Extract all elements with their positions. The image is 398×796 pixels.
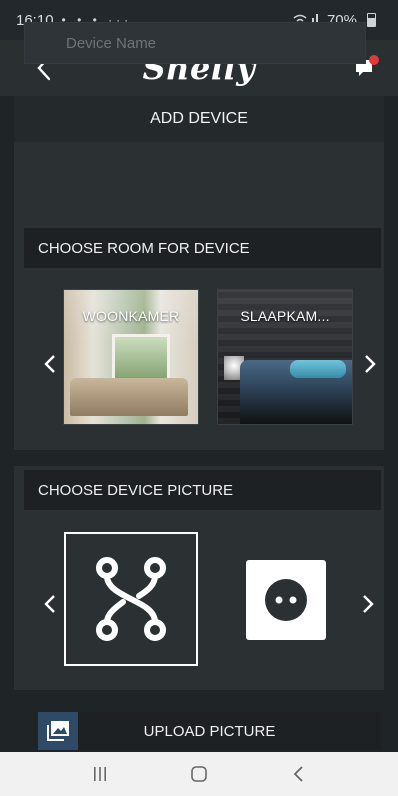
chevron-left-icon xyxy=(44,595,55,613)
upload-picture-label: UPLOAD PICTURE xyxy=(143,722,276,740)
room-prev-button[interactable] xyxy=(38,344,62,384)
back-icon xyxy=(294,766,303,782)
picture-prev-button[interactable] xyxy=(38,584,62,624)
nav-back-button[interactable] xyxy=(276,756,320,792)
room-card-slaapkamer[interactable]: SLAAPKAM... xyxy=(218,290,352,424)
home-icon xyxy=(191,766,207,782)
room-card-woonkamer[interactable]: WOONKAMER xyxy=(64,290,198,424)
chevron-right-icon xyxy=(365,355,376,373)
device-picture-socket[interactable] xyxy=(246,560,326,640)
room-label: SLAAPKAM... xyxy=(240,308,330,324)
picture-section-header: CHOOSE DEVICE PICTURE xyxy=(24,470,381,510)
room-photo-window xyxy=(112,334,170,384)
chevron-left-icon xyxy=(44,355,55,373)
system-nav-bar xyxy=(0,752,398,796)
recents-icon xyxy=(93,767,106,781)
room-section-header: CHOOSE ROOM FOR DEVICE xyxy=(24,228,381,268)
room-photo-sofa xyxy=(70,378,188,416)
chevron-right-icon xyxy=(363,595,374,613)
device-picture-switch[interactable] xyxy=(64,532,198,666)
room-next-button[interactable] xyxy=(358,344,382,384)
room-label: WOONKAMER xyxy=(82,308,180,324)
page-title: ADD DEVICE xyxy=(14,96,384,142)
home-button[interactable] xyxy=(177,756,221,792)
battery-icon xyxy=(367,13,376,27)
upload-icon-box[interactable] xyxy=(38,712,78,750)
picture-next-button[interactable] xyxy=(356,584,380,624)
device-name-panel xyxy=(14,142,384,224)
switch-node-icon xyxy=(96,557,166,641)
recents-button[interactable] xyxy=(78,756,122,792)
upload-picture-button[interactable]: UPLOAD PICTURE xyxy=(38,712,381,750)
device-name-input[interactable] xyxy=(24,22,366,64)
image-icon xyxy=(47,721,69,741)
room-photo-pillow xyxy=(290,360,346,378)
power-socket-icon xyxy=(265,579,307,621)
